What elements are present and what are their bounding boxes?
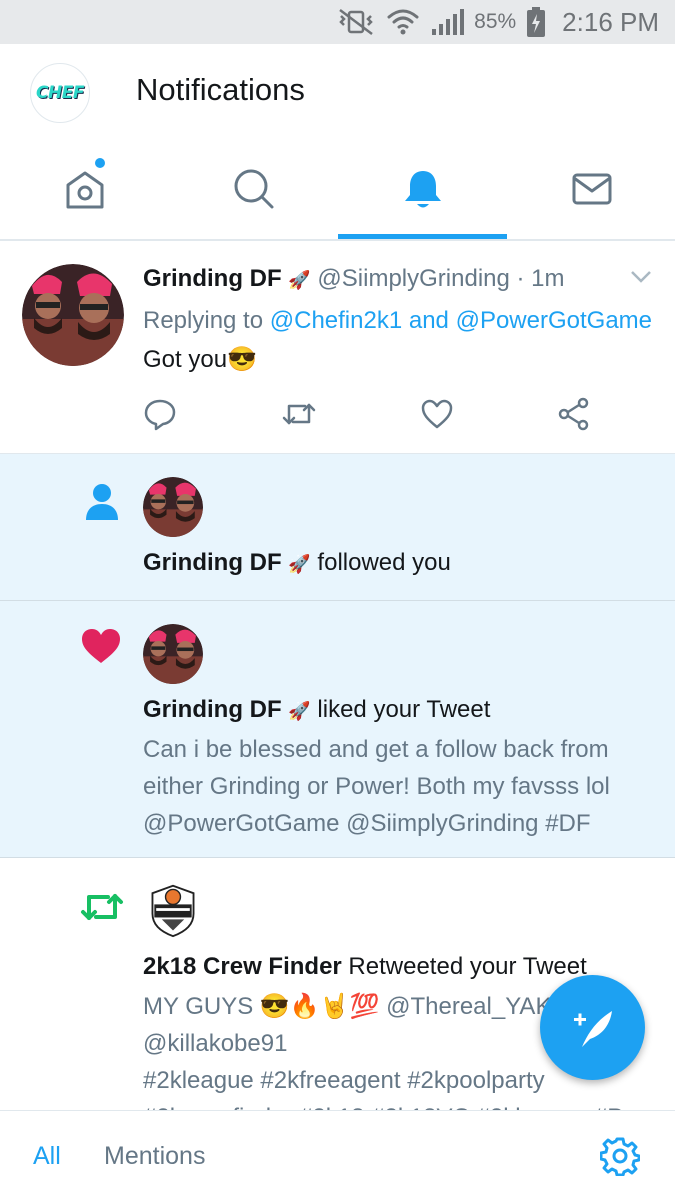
search-icon [234,169,273,209]
reply-tweet[interactable]: Grinding DF 🚀 @SiimplyGrinding · 1m Repl… [0,241,675,454]
author-emoji: 🚀 [288,270,311,290]
follower-emoji: 🚀 [288,554,311,574]
page-title: Notifications [136,72,305,107]
follow-notification[interactable]: Grinding DF 🚀 followed you [0,454,675,601]
avatar-logo-text: CHEF [36,83,84,103]
liker-emoji: 🚀 [288,701,311,721]
wifi-icon [386,7,420,37]
heart-icon [82,629,120,663]
compose-tweet-button[interactable] [540,975,645,1080]
tweet-text: Got you😎 [143,346,257,373]
share-icon[interactable] [557,397,591,431]
active-tab-indicator [338,234,507,239]
replying-to: Replying to @Chefin2k1 and @PowerGotGame [143,307,652,335]
tab-bar [0,139,675,241]
retweeted-tweet-line: #2kcrewfinder #2k18 #2k18VC #2kleague #P [143,1099,643,1110]
follower-avatar[interactable] [143,477,203,537]
new-content-dot [95,158,105,168]
replying-and: and [408,307,449,334]
signal-icon [430,7,465,37]
user-avatar[interactable] [22,264,124,366]
author-name[interactable]: Grinding DF [143,265,282,292]
mail-icon [572,173,611,205]
tweet-time: · 1m [516,265,565,292]
author-handle[interactable]: @SiimplyGrinding [317,265,509,292]
tab-notifications[interactable] [338,139,507,239]
home-icon [66,171,103,209]
retweet-action: Retweeted your Tweet [348,953,587,980]
app-header: CHEF Notifications [0,44,675,139]
battery-charging-icon [526,6,546,38]
clock: 2:16 PM [562,6,659,37]
gear-icon[interactable] [600,1136,640,1176]
battery-percent: 85% [474,10,517,33]
tweet-header: Grinding DF 🚀 @SiimplyGrinding · 1m [143,265,565,293]
tab-messages[interactable] [507,139,675,239]
follower-name[interactable]: Grinding DF [143,549,282,576]
reply-icon[interactable] [143,397,177,431]
liked-tweet-text: Can i be blessed and get a follow back f… [143,731,643,842]
bell-icon [404,171,441,208]
like-notification[interactable]: Grinding DF 🚀 liked your Tweet Can i be … [0,601,675,858]
person-icon [86,484,118,520]
chevron-down-icon[interactable] [629,269,653,285]
replying-prefix: Replying to [143,307,264,334]
replying-user-2[interactable]: @PowerGotGame [456,307,652,334]
profile-avatar-button[interactable]: CHEF [30,63,90,123]
tab-search[interactable] [169,139,338,239]
filter-all-tab[interactable]: All [33,1142,61,1171]
liked-tweet-line: Can i be blessed and get a follow back f… [143,736,609,763]
liker-name[interactable]: Grinding DF [143,696,282,723]
retweet-icon [81,894,123,920]
liked-tweet-line: either Grinding or Power! Both my favsss… [143,773,610,800]
tab-home[interactable] [0,139,169,239]
filter-mentions-tab[interactable]: Mentions [104,1142,205,1171]
bottom-filter-bar: All Mentions [0,1110,675,1201]
retweet-line: 2k18 Crew Finder Retweeted your Tweet [143,953,587,981]
follow-line: Grinding DF 🚀 followed you [143,549,451,577]
vibrate-mute-icon [336,7,376,37]
status-bar: 85% 2:16 PM [0,0,675,44]
retweeter-name[interactable]: 2k18 Crew Finder [143,953,342,980]
retweet-icon[interactable] [281,397,317,431]
like-icon[interactable] [420,397,454,431]
follow-action: followed you [317,549,451,576]
compose-feather-icon [573,1010,612,1047]
tweet-actions [143,397,593,431]
like-line: Grinding DF 🚀 liked your Tweet [143,696,490,724]
replying-user-1[interactable]: @Chefin2k1 [270,307,402,334]
liked-tweet-line: @PowerGotGame @SiimplyGrinding #DF [143,810,591,837]
like-action: liked your Tweet [317,696,491,723]
crew-finder-logo[interactable] [145,882,201,938]
liker-avatar[interactable] [143,624,203,684]
